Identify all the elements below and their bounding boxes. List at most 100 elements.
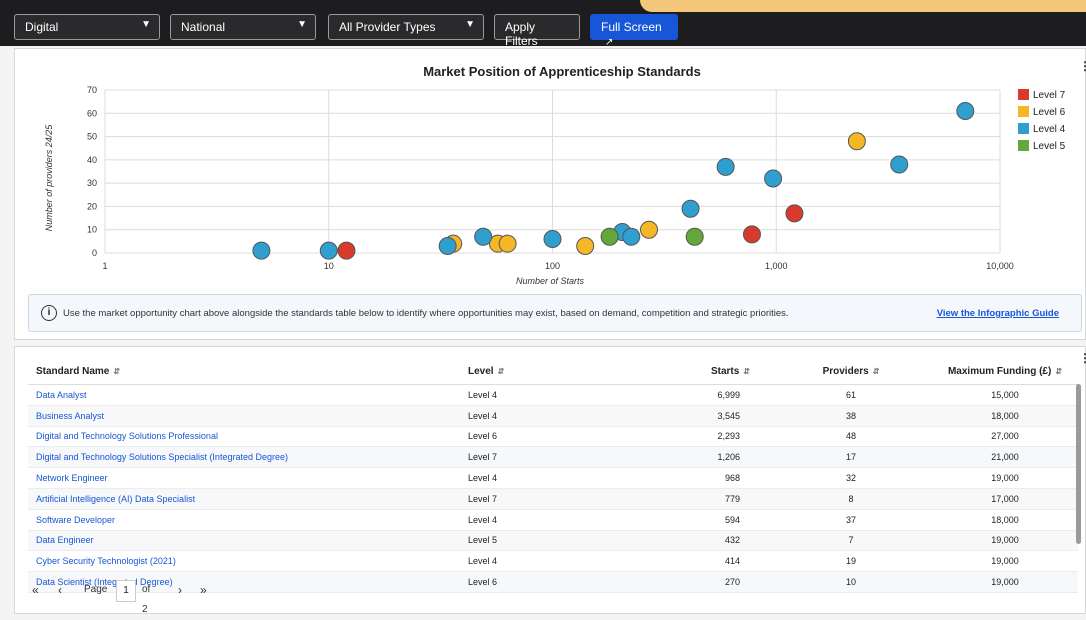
full-screen-label: Full Screen: [601, 20, 662, 34]
legend-label[interactable]: Level 6: [1033, 107, 1066, 118]
legend-label[interactable]: Level 4: [1033, 124, 1066, 135]
filter-toolbar: Digital ▼ National ▼ All Provider Types …: [0, 0, 1086, 48]
data-point[interactable]: [337, 241, 356, 260]
sort-icon: ⇵: [497, 366, 505, 376]
cell-standard-name[interactable]: Software Developer: [28, 509, 467, 531]
full-screen-button[interactable]: Full Screen ↗: [590, 14, 678, 48]
y-tick-label: 70: [87, 85, 97, 95]
data-point[interactable]: [956, 101, 975, 120]
category-dropdown[interactable]: Digital ▼: [14, 14, 160, 40]
info-text: Use the market opportunity chart above a…: [63, 308, 789, 319]
table-row[interactable]: Business Analyst Level 4 3,545 38 18,000: [28, 405, 1078, 427]
y-tick-label: 10: [87, 225, 97, 235]
last-page-icon[interactable]: »: [200, 580, 207, 600]
cell-level: Level 4: [467, 405, 619, 427]
legend-swatch: [1018, 106, 1029, 117]
table-row[interactable]: Data Scientist (Integrated Degree) Level …: [28, 571, 1078, 593]
data-point[interactable]: [681, 199, 700, 218]
x-tick-label: 1,000: [765, 261, 788, 271]
page-number-input[interactable]: 1: [116, 580, 136, 602]
data-point[interactable]: [640, 220, 659, 239]
decorative-accent: [640, 0, 1086, 12]
cell-level: Level 7: [467, 488, 619, 510]
table-row[interactable]: Network Engineer Level 4 968 32 19,000: [28, 467, 1078, 489]
cell-providers: 17: [770, 446, 932, 469]
table-row[interactable]: Artificial Intelligence (AI) Data Specia…: [28, 488, 1078, 510]
column-header-starts[interactable]: Starts ⇵: [619, 358, 770, 385]
cell-standard-name[interactable]: Network Engineer: [28, 467, 467, 489]
data-point[interactable]: [438, 237, 457, 256]
column-header-max-funding[interactable]: Maximum Funding (£) ⇵: [932, 358, 1078, 385]
data-point[interactable]: [622, 227, 641, 246]
y-tick-label: 50: [87, 132, 97, 142]
data-point[interactable]: [252, 241, 271, 260]
data-point[interactable]: [764, 169, 783, 188]
column-header-level[interactable]: Level ⇵: [467, 358, 619, 385]
legend-label[interactable]: Level 7: [1033, 90, 1066, 101]
cell-max-funding: 15,000: [932, 384, 1078, 406]
data-point[interactable]: [543, 230, 562, 249]
column-header-label: Maximum Funding (£): [947, 365, 1052, 377]
cell-starts: 432: [619, 530, 770, 552]
table-row[interactable]: Digital and Technology Solutions Profess…: [28, 426, 1078, 448]
provider-type-dropdown[interactable]: All Provider Types ▼: [328, 14, 484, 40]
category-dropdown-value: Digital: [25, 20, 59, 34]
data-point[interactable]: [685, 227, 704, 246]
column-header-label: Standard Name: [36, 365, 110, 377]
infographic-guide-link[interactable]: View the Infographic Guide: [937, 308, 1059, 319]
chevron-down-icon: ▼: [297, 19, 307, 30]
data-point[interactable]: [890, 155, 909, 174]
cell-providers: 8: [770, 488, 932, 510]
next-page-icon[interactable]: ›: [178, 580, 182, 600]
page-label: Page: [84, 584, 108, 595]
table-scrollbar[interactable]: [1076, 384, 1081, 544]
cell-level: Level 4: [467, 550, 619, 573]
cell-level: Level 6: [467, 571, 619, 593]
data-point[interactable]: [600, 227, 619, 246]
cell-max-funding: 17,000: [932, 488, 1078, 510]
table-row[interactable]: Digital and Technology Solutions Special…: [28, 446, 1078, 469]
table-row[interactable]: Data Engineer Level 5 432 7 19,000: [28, 530, 1078, 552]
data-point[interactable]: [576, 237, 595, 256]
cell-standard-name[interactable]: Cyber Security Technologist (2021): [28, 550, 467, 573]
cell-standard-name[interactable]: Data Analyst: [28, 384, 467, 406]
x-tick-label: 100: [545, 261, 560, 271]
x-tick-label: 10,000: [986, 261, 1014, 271]
data-point[interactable]: [716, 157, 735, 176]
table-header-row: Standard Name ⇵ Level ⇵ Starts ⇵ Providers ⇵…: [28, 358, 1078, 385]
cell-standard-name[interactable]: Artificial Intelligence (AI) Data Specia…: [28, 488, 467, 510]
cell-standard-name[interactable]: Business Analyst: [28, 405, 467, 427]
column-header-standard-name[interactable]: Standard Name ⇵: [28, 358, 467, 385]
legend-label[interactable]: Level 5: [1033, 141, 1066, 152]
cell-max-funding: 21,000: [932, 446, 1078, 469]
table-menu-icon[interactable]: ⋮: [1079, 351, 1086, 365]
cell-providers: 61: [770, 384, 932, 406]
data-point[interactable]: [498, 234, 517, 253]
cell-starts: 779: [619, 488, 770, 510]
cell-starts: 1,206: [619, 446, 770, 469]
data-point[interactable]: [319, 241, 338, 260]
sort-icon: ⇵: [743, 366, 750, 376]
data-point[interactable]: [474, 227, 493, 246]
cell-starts: 3,545: [619, 405, 770, 427]
cell-level: Level 5: [467, 530, 619, 552]
first-page-icon[interactable]: «: [32, 580, 39, 600]
previous-page-icon[interactable]: ‹: [58, 580, 62, 600]
cell-level: Level 4: [467, 467, 619, 489]
cell-standard-name[interactable]: Digital and Technology Solutions Special…: [28, 446, 467, 469]
provider-type-dropdown-value: All Provider Types: [339, 20, 436, 34]
table-row[interactable]: Data Analyst Level 4 6,999 61 15,000: [28, 384, 1078, 406]
data-point[interactable]: [742, 225, 761, 244]
cell-standard-name[interactable]: Digital and Technology Solutions Profess…: [28, 426, 467, 448]
region-dropdown[interactable]: National ▼: [170, 14, 316, 40]
table-row[interactable]: Cyber Security Technologist (2021) Level …: [28, 550, 1078, 573]
cell-standard-name[interactable]: Data Engineer: [28, 530, 467, 552]
data-point[interactable]: [847, 132, 866, 151]
data-point[interactable]: [785, 204, 804, 223]
cell-starts: 594: [619, 509, 770, 531]
apply-filters-button[interactable]: Apply Filters: [494, 14, 580, 48]
cell-max-funding: 19,000: [932, 550, 1078, 573]
table-row[interactable]: Software Developer Level 4 594 37 18,000: [28, 509, 1078, 531]
column-header-providers[interactable]: Providers ⇵: [770, 358, 932, 385]
legend-swatch: [1018, 140, 1029, 151]
